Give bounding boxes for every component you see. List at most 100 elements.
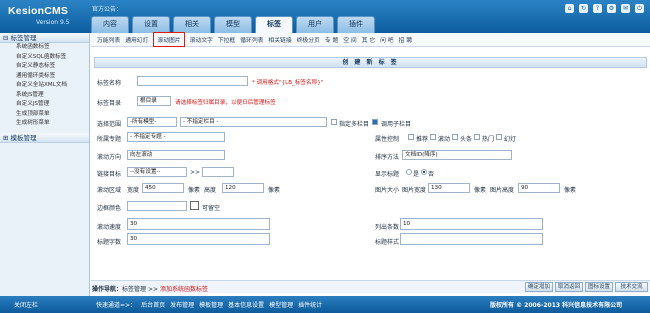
multi-column-label: 指定多栏目 xyxy=(339,121,370,128)
show-title-yes-radio[interactable] xyxy=(406,169,412,175)
title-style-input[interactable] xyxy=(400,233,543,245)
sidebar-item[interactable]: 自定义全站XML文档 xyxy=(0,81,89,91)
title-chars-input[interactable]: 30 xyxy=(127,233,270,245)
height-label: 高度 xyxy=(204,187,217,194)
show-title-no: 否 xyxy=(428,171,435,178)
subnav-item[interactable]: 招 聘 xyxy=(399,35,412,44)
tag-name-hint: * 调用格式"{LB_标签名称}" xyxy=(252,80,324,86)
logout-icon[interactable]: ⏻ xyxy=(635,4,644,13)
px-label: 像素 xyxy=(564,187,577,194)
color-picker-icon[interactable] xyxy=(190,201,199,210)
tag-name-label: 标签名称 xyxy=(97,80,122,87)
quick-link[interactable]: 后台首页 xyxy=(141,300,165,309)
close-sidebar-button[interactable]: 关闭左栏 xyxy=(14,300,38,309)
height-input[interactable]: 120 xyxy=(222,183,264,193)
sidebar-item[interactable]: 生成树形菜单 xyxy=(0,119,89,129)
arrow-icon: >> xyxy=(190,169,201,176)
logo: KesionCMS xyxy=(8,5,69,17)
collapse-icon: ⊟ xyxy=(3,34,11,42)
img-width-input[interactable]: 130 xyxy=(428,183,470,193)
form-title: 创 建 新 标 签 xyxy=(94,57,647,68)
subnav-item[interactable]: 滚动文字 xyxy=(190,35,213,44)
tech-support-button[interactable]: 技术交流 xyxy=(615,282,648,292)
tag-dir-hint: 请选择标签归属目录，以便日后管理标签 xyxy=(175,100,276,106)
target-input[interactable] xyxy=(202,167,234,177)
subnav-item[interactable]: 专 题 xyxy=(325,35,338,44)
subnav-item[interactable]: 下拉框 xyxy=(218,35,235,44)
tab-plugins[interactable]: 插件 xyxy=(337,16,375,33)
icon-settings-button[interactable]: 图标设置 xyxy=(585,282,613,292)
px-label: 像素 xyxy=(188,187,201,194)
subnav-item-active[interactable]: 滚动图片 xyxy=(153,32,185,47)
confirm-add-button[interactable]: 确定增加 xyxy=(525,282,553,292)
direction-select[interactable]: 向左滚动 xyxy=(127,150,225,160)
quick-link[interactable]: 模型管理 xyxy=(269,300,293,309)
breadcrumb: 操作导航：标签管理 >> 添加系统函数标签 xyxy=(92,286,208,293)
refresh-icon[interactable]: ↻ xyxy=(579,4,588,13)
attr-checkbox[interactable] xyxy=(474,134,480,140)
special-select[interactable]: - 不指定专题 - xyxy=(127,132,225,142)
quick-link[interactable]: 插件统计 xyxy=(298,300,322,309)
call-sub-checkbox[interactable] xyxy=(372,119,378,125)
sidebar-item[interactable]: 自定义静态标签 xyxy=(0,62,89,72)
subnav-item[interactable]: 空 间 xyxy=(343,35,356,44)
subnav-item[interactable]: 通用幻灯 xyxy=(125,35,148,44)
tab-tags[interactable]: 标签 xyxy=(255,16,293,33)
sidebar-item[interactable]: 生成顶部菜单 xyxy=(0,110,89,120)
quick-link[interactable]: 发布管理 xyxy=(170,300,194,309)
speed-label: 滚动速度 xyxy=(97,224,122,231)
speed-input[interactable]: 30 xyxy=(127,218,270,230)
scope-column-select[interactable]: - 不指定栏目 - xyxy=(180,117,327,127)
subnav-item[interactable]: 相关链接 xyxy=(268,35,291,44)
multi-column-checkbox[interactable] xyxy=(331,119,337,125)
width-input[interactable]: 450 xyxy=(142,183,184,193)
quick-link[interactable]: 模板管理 xyxy=(199,300,223,309)
help-icon[interactable]: ? xyxy=(593,4,602,13)
sidebar-section-templates[interactable]: ⊞ 模板管理 xyxy=(0,132,89,143)
attr-checkbox[interactable] xyxy=(496,134,502,140)
show-title-no-radio[interactable] xyxy=(421,169,427,175)
tag-type-nav: 万能列表 通用幻灯 滚动图片 滚动文字 下拉框 循环列表 相关链接 终极分页 专… xyxy=(91,32,650,47)
show-title-label: 显示标题 xyxy=(375,171,400,178)
tab-content[interactable]: 内容 xyxy=(91,16,129,33)
tab-model[interactable]: 模型 xyxy=(214,16,252,33)
subnav-item[interactable]: 问 吧 xyxy=(380,35,393,44)
tab-related[interactable]: 相关 xyxy=(173,16,211,33)
tab-users[interactable]: 用户 xyxy=(296,16,334,33)
sidebar: ⊟ 标签管理 系统函数标签 自定义SQL函数标签 自定义静态标签 通用循环类标签… xyxy=(0,33,90,296)
sidebar-item[interactable]: 系统JS管理 xyxy=(0,91,89,101)
quick-link[interactable]: 基本信息设置 xyxy=(228,300,264,309)
attr-checkbox[interactable] xyxy=(452,134,458,140)
target-select[interactable]: --没有设置-- xyxy=(127,167,187,177)
subnav-item[interactable]: 终极分页 xyxy=(297,35,320,44)
tab-settings[interactable]: 设置 xyxy=(132,16,170,33)
scope-model-select[interactable]: -所有模型- xyxy=(127,117,177,127)
crumb-link[interactable]: 标签管理 xyxy=(122,286,146,293)
settings-icon[interactable]: ⚙ xyxy=(607,4,616,13)
img-height-input[interactable]: 90 xyxy=(518,183,560,193)
tag-name-input[interactable] xyxy=(137,76,248,86)
attr-label-item: 推荐 xyxy=(416,136,429,143)
sidebar-item[interactable]: 系统函数标签 xyxy=(0,43,89,53)
attr-label-item: 头条 xyxy=(460,136,473,143)
target-label: 链接目标 xyxy=(97,171,122,178)
mail-icon[interactable]: ✉ xyxy=(621,4,630,13)
sort-select[interactable]: 文档ID(降序) xyxy=(402,150,512,160)
sidebar-item[interactable]: 自定义SQL函数标签 xyxy=(0,53,89,63)
subnav-item[interactable]: 其 它 xyxy=(362,35,375,44)
sidebar-item[interactable]: 通用循环类标签 xyxy=(0,72,89,82)
home-icon[interactable]: ⌂ xyxy=(565,4,574,13)
cancel-return-button[interactable]: 取消返回 xyxy=(555,282,583,292)
attr-checkbox[interactable] xyxy=(430,134,436,140)
quick-links: 快速通道=>： 后台首页 发布管理 模板管理 基本信息设置 模型管理 插件统计 xyxy=(96,300,322,309)
attr-checkbox[interactable] xyxy=(408,134,414,140)
tag-dir-select[interactable]: 根目录 xyxy=(137,96,171,106)
special-label: 所属专题 xyxy=(97,136,122,143)
sidebar-section-tags[interactable]: ⊟ 标签管理 xyxy=(0,33,89,43)
count-input[interactable]: 10 xyxy=(400,218,543,230)
subnav-item[interactable]: 循环列表 xyxy=(240,35,263,44)
border-color-input[interactable] xyxy=(127,201,187,211)
img-height-label: 图片高度 xyxy=(490,187,515,194)
sidebar-item[interactable]: 自定义JS管理 xyxy=(0,100,89,110)
subnav-item[interactable]: 万能列表 xyxy=(97,35,120,44)
